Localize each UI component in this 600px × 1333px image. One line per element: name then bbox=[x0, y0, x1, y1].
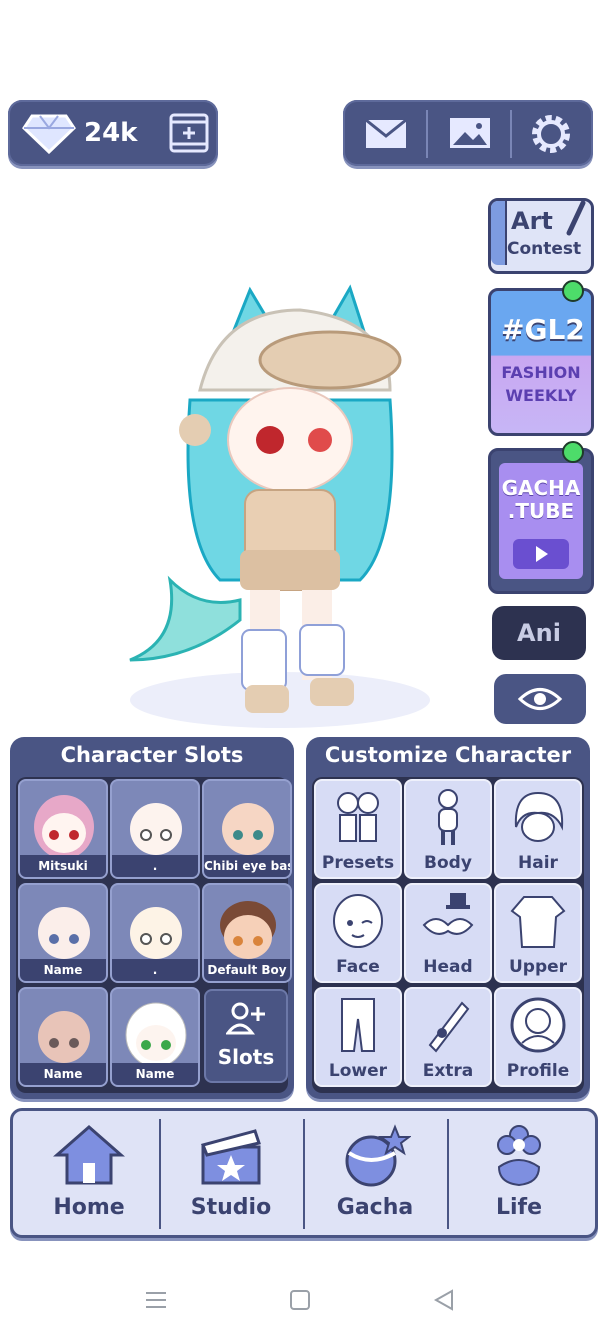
notification-dot bbox=[562, 441, 584, 463]
nav-studio[interactable]: Studio bbox=[161, 1111, 301, 1235]
home-square-icon[interactable] bbox=[288, 1288, 312, 1312]
head-button[interactable]: Head bbox=[404, 883, 492, 983]
diamond-icon bbox=[22, 114, 76, 154]
body-button[interactable]: Body bbox=[404, 779, 492, 879]
hair-button[interactable]: Hair bbox=[494, 779, 582, 879]
gem-amount: 24k bbox=[84, 118, 138, 148]
house-icon bbox=[53, 1125, 125, 1185]
presets-icon bbox=[337, 792, 379, 842]
character-slot[interactable]: Mitsuki bbox=[18, 779, 108, 879]
shirt-icon bbox=[510, 896, 566, 948]
nav-life[interactable]: Life bbox=[449, 1111, 589, 1235]
notification-dot bbox=[562, 280, 584, 302]
gacha-ball-icon bbox=[345, 1124, 411, 1187]
film-add-icon[interactable] bbox=[168, 112, 210, 154]
customize-character-panel: Customize Character Presets Body Hair Fa… bbox=[306, 737, 590, 1099]
top-menu bbox=[343, 100, 593, 166]
character-slot[interactable]: Name bbox=[110, 987, 200, 1087]
gear-icon[interactable] bbox=[529, 112, 573, 156]
gem-counter[interactable]: 24k bbox=[8, 100, 218, 166]
flower-icon bbox=[497, 1125, 541, 1187]
image-icon[interactable] bbox=[447, 112, 493, 154]
add-slots-button[interactable]: Slots bbox=[204, 989, 288, 1083]
eye-icon[interactable] bbox=[494, 674, 586, 724]
profile-button[interactable]: Profile bbox=[494, 987, 582, 1087]
gacha-tube-button[interactable]: GACHA .TUBE bbox=[488, 448, 594, 594]
upper-button[interactable]: Upper bbox=[494, 883, 582, 983]
lower-button[interactable]: Lower bbox=[314, 987, 402, 1087]
mail-icon[interactable] bbox=[363, 112, 409, 154]
clapperboard-icon bbox=[200, 1129, 261, 1185]
body-icon bbox=[438, 789, 458, 845]
extra-button[interactable]: Extra bbox=[404, 987, 492, 1087]
face-icon bbox=[333, 894, 383, 948]
presets-button[interactable]: Presets bbox=[314, 779, 402, 879]
hair-icon bbox=[514, 791, 564, 842]
panel-title: Character Slots bbox=[60, 743, 244, 767]
ani-button[interactable]: Ani bbox=[492, 606, 586, 660]
face-button[interactable]: Face bbox=[314, 883, 402, 983]
extra-icon bbox=[428, 1001, 470, 1053]
character-slots-panel: Character Slots Mitsuki . Chibi eye base… bbox=[10, 737, 294, 1099]
panel-title: Customize Character bbox=[324, 743, 572, 767]
character-slot[interactable]: Default Boy bbox=[202, 883, 292, 983]
head-icon bbox=[422, 893, 474, 935]
character-slot[interactable]: . bbox=[110, 779, 200, 879]
bottom-navigation: Home Studio Gacha Life bbox=[10, 1108, 598, 1238]
character-slot[interactable]: Chibi eye base bbox=[202, 779, 292, 879]
character-slot[interactable]: Name bbox=[18, 987, 108, 1087]
add-user-icon bbox=[226, 1002, 265, 1035]
back-icon[interactable] bbox=[432, 1288, 456, 1312]
pencil-icon bbox=[566, 201, 586, 236]
gl2-fashion-weekly-button[interactable]: #GL2 FASHION WEEKLY bbox=[488, 288, 594, 436]
art-contest-button[interactable]: Art Contest bbox=[488, 198, 594, 274]
nav-home[interactable]: Home bbox=[19, 1111, 159, 1235]
nav-gacha[interactable]: Gacha bbox=[305, 1111, 445, 1235]
system-navigation-bar bbox=[0, 1270, 600, 1333]
character-slot[interactable]: . bbox=[110, 883, 200, 983]
play-icon bbox=[513, 539, 569, 569]
character-preview[interactable] bbox=[120, 280, 440, 730]
pants-icon bbox=[341, 998, 375, 1052]
character-slot[interactable]: Name bbox=[18, 883, 108, 983]
menu-icon[interactable] bbox=[144, 1288, 168, 1312]
profile-icon bbox=[510, 997, 566, 1053]
